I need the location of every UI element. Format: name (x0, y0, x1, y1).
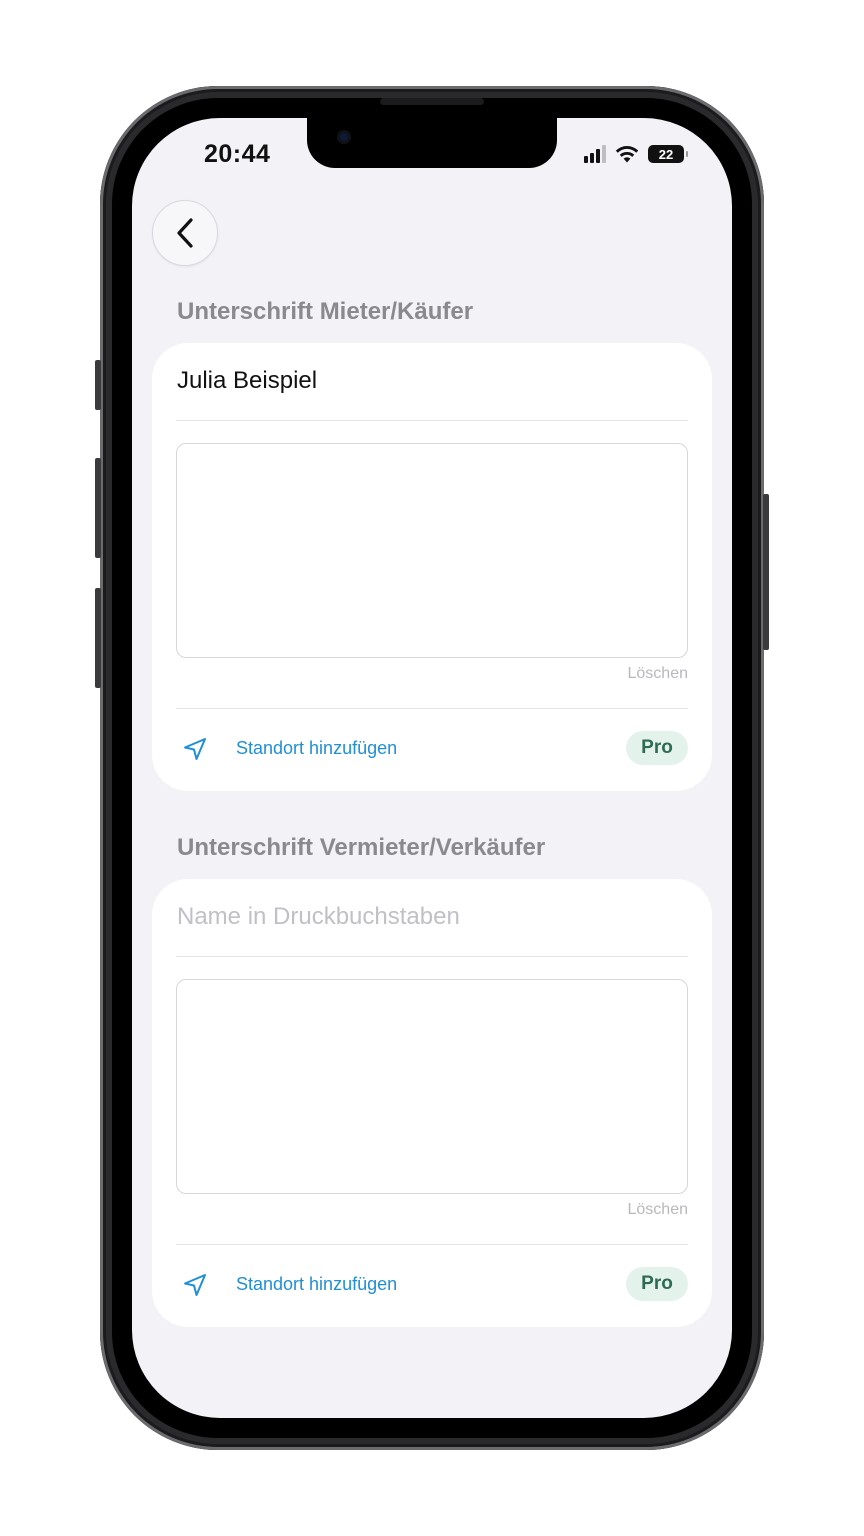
add-location-label: Standort hinzufügen (236, 1274, 398, 1294)
location-arrow-icon (184, 738, 206, 760)
front-camera-icon (337, 130, 351, 144)
volume-down-button (95, 588, 101, 688)
section-title-tenant: Unterschrift Mieter/Käufer (177, 298, 474, 325)
power-button (763, 494, 769, 650)
back-button[interactable] (152, 200, 218, 266)
volume-up-button (95, 458, 101, 558)
signature-card-tenant: Julia Beispiel Löschen Standort hinzufüg… (152, 343, 712, 791)
location-arrow-icon (184, 1274, 206, 1296)
cellular-signal-icon (584, 145, 606, 163)
signature-card-landlord: Name in Druckbuchstaben Löschen Standort… (152, 879, 712, 1327)
name-field-landlord[interactable]: Name in Druckbuchstaben (177, 903, 460, 931)
wifi-icon (615, 146, 639, 163)
status-time: 20:44 (204, 140, 271, 168)
add-location-row-tenant[interactable]: Standort hinzufügen Pro (176, 731, 688, 767)
pro-badge: Pro (626, 1267, 688, 1301)
add-location-row-landlord[interactable]: Standort hinzufügen Pro (176, 1267, 688, 1303)
clear-signature-button-landlord[interactable]: Löschen (628, 1201, 689, 1219)
add-location-label: Standort hinzufügen (236, 738, 398, 758)
earpiece-speaker (380, 98, 484, 105)
mute-switch (95, 360, 101, 410)
section-title-landlord: Unterschrift Vermieter/Verkäufer (177, 834, 546, 861)
pro-badge: Pro (626, 731, 688, 765)
status-indicators: 22 (584, 144, 688, 164)
divider (176, 420, 688, 421)
battery-icon: 22 (648, 145, 688, 163)
notch (307, 118, 557, 168)
name-field-tenant[interactable]: Julia Beispiel (177, 367, 317, 395)
divider (176, 1244, 688, 1245)
battery-level: 22 (658, 146, 674, 162)
signature-pad-tenant[interactable] (176, 443, 688, 658)
clear-signature-button-tenant[interactable]: Löschen (628, 665, 689, 683)
divider (176, 708, 688, 709)
signature-pad-landlord[interactable] (176, 979, 688, 1194)
chevron-left-icon (177, 218, 193, 248)
screen: 20:44 22 Unterschrift Mieter/Käufer Juli… (132, 118, 732, 1418)
divider (176, 956, 688, 957)
